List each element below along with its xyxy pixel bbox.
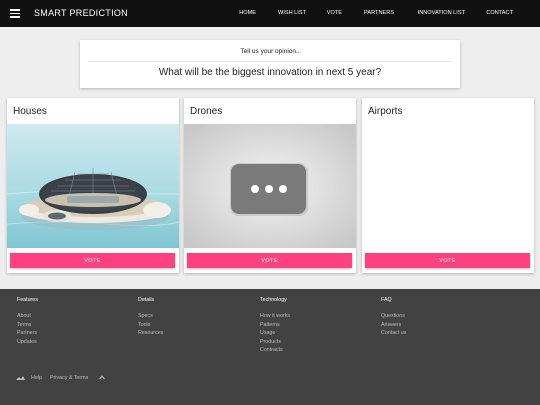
footer-link-terms[interactable]: Terms	[17, 322, 38, 331]
footer-link-usage[interactable]: Usage	[260, 330, 290, 339]
footer-link-specs[interactable]: Specs	[138, 313, 163, 322]
nav-partners[interactable]: PARTNERS	[364, 10, 394, 16]
footer-heading: Technology	[260, 297, 287, 303]
footer-heading: Features	[17, 297, 38, 303]
footer-column-features: Features About Terms Partners Updates	[17, 297, 38, 347]
hamburger-menu-icon[interactable]	[10, 9, 20, 18]
divider	[88, 61, 452, 62]
footer-privacy-terms-link[interactable]: Privacy & Terms	[50, 375, 88, 381]
footer-link-contact-us[interactable]: Contact us	[381, 330, 406, 339]
footer-link-resources[interactable]: Resources	[138, 330, 163, 339]
brand-title: SMART PREDICTION	[34, 8, 128, 18]
footer-link-about[interactable]: About	[17, 313, 38, 322]
footer-link-partners[interactable]: Partners	[17, 330, 38, 339]
nav-home[interactable]: HOME	[239, 10, 256, 16]
card-houses: Houses VOTE	[7, 98, 179, 273]
footer-link-patterns[interactable]: Patterns	[260, 322, 290, 331]
footer-column-technology: Technology How it works Patterns Usage P…	[260, 297, 290, 356]
footer-link-tools[interactable]: Tools	[138, 322, 163, 331]
nav-contact[interactable]: CONTACT	[486, 10, 513, 16]
nav-vote[interactable]: VOTE	[327, 10, 342, 16]
card-drones: Drones VOTE	[184, 98, 356, 273]
footer-link-products[interactable]: Products	[260, 339, 290, 348]
footer-help-link[interactable]: Help	[31, 375, 42, 381]
question-card: Tell us your opinion.. What will be the …	[80, 40, 460, 88]
card-media-blank	[362, 124, 534, 248]
floating-solar-house-image	[7, 124, 179, 248]
top-app-bar: SMART PREDICTION HOME WISH LIST VOTE PAR…	[0, 0, 540, 27]
card-title: Houses	[13, 106, 47, 117]
footer-heading: FAQ	[381, 297, 392, 303]
footer: Features About Terms Partners Updates De…	[0, 289, 540, 405]
card-airports: Airports VOTE	[362, 98, 534, 273]
video-loading-placeholder	[184, 124, 356, 248]
footer-link-how-it-works[interactable]: How it works	[260, 313, 290, 322]
vote-button-airports[interactable]: VOTE	[365, 253, 530, 268]
vote-button-houses[interactable]: VOTE	[10, 253, 175, 268]
nav-wish-list[interactable]: WISH LIST	[278, 10, 306, 16]
footer-link-questions[interactable]: Questions	[381, 313, 406, 322]
footer-link-answers[interactable]: Answers	[381, 322, 406, 331]
footer-heading: Details	[138, 297, 155, 303]
card-title: Drones	[190, 106, 223, 117]
chevron-up-icon[interactable]	[99, 375, 105, 382]
logo-icon	[16, 376, 25, 383]
footer-column-details: Details Specs Tools Resources	[138, 297, 163, 339]
footer-column-faq: FAQ Questions Answers Contact us	[381, 297, 406, 339]
footer-link-updates[interactable]: Updates	[17, 339, 38, 348]
footer-link-contracts[interactable]: Contracts	[260, 347, 290, 356]
card-title: Airports	[368, 106, 403, 117]
nav-innovation-list[interactable]: INNOVATION LIST	[418, 10, 465, 16]
vote-button-drones[interactable]: VOTE	[187, 253, 352, 268]
question-text: What will be the biggest innovation in n…	[158, 67, 382, 78]
question-prompt: Tell us your opinion..	[240, 48, 300, 55]
